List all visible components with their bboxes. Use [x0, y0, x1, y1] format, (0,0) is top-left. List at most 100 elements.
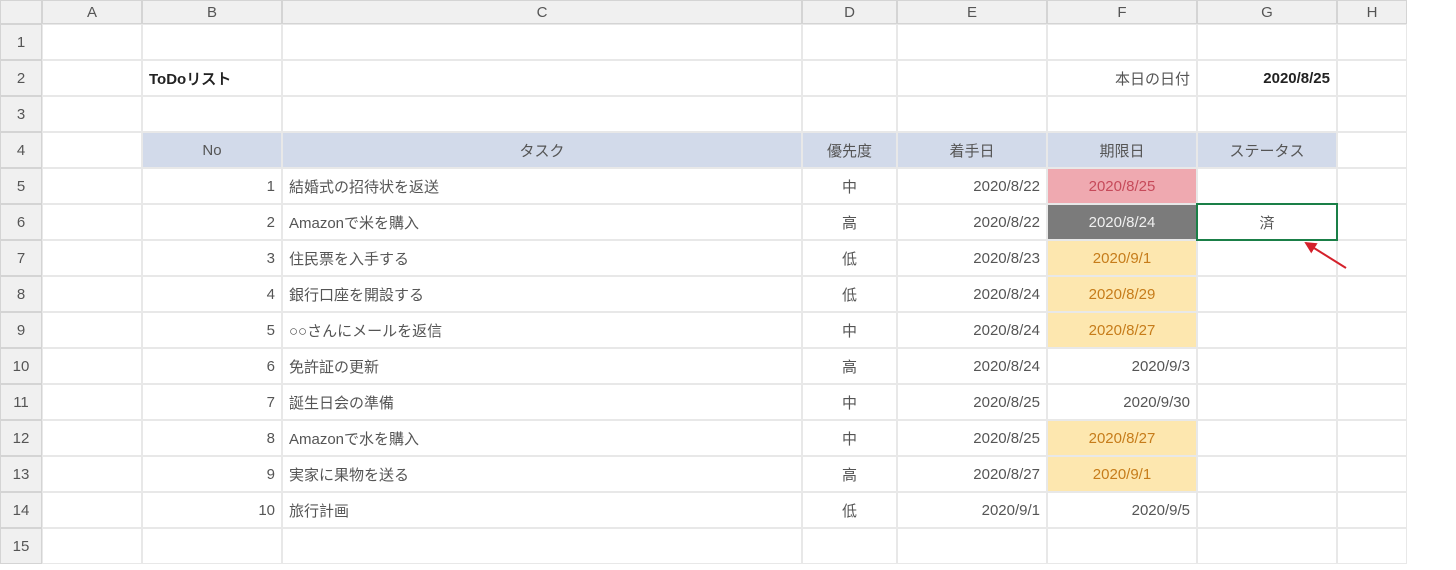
cell-task[interactable]: Amazonで米を購入 — [282, 204, 802, 240]
col-header-B[interactable]: B — [142, 0, 282, 24]
cell-F3[interactable] — [1047, 96, 1197, 132]
cell-F1[interactable] — [1047, 24, 1197, 60]
row-header-7[interactable]: 7 — [0, 240, 42, 276]
col-header-C[interactable]: C — [282, 0, 802, 24]
cell-C1[interactable] — [282, 24, 802, 60]
cell-D15[interactable] — [802, 528, 897, 564]
cell-start[interactable]: 2020/8/24 — [897, 312, 1047, 348]
cell-deadline[interactable]: 2020/9/30 — [1047, 384, 1197, 420]
cell-status[interactable] — [1197, 492, 1337, 528]
cell-E3[interactable] — [897, 96, 1047, 132]
col-header-F[interactable]: F — [1047, 0, 1197, 24]
cell-no[interactable]: 10 — [142, 492, 282, 528]
cell-E1[interactable] — [897, 24, 1047, 60]
cell-start[interactable]: 2020/8/27 — [897, 456, 1047, 492]
row-header-5[interactable]: 5 — [0, 168, 42, 204]
cell-deadline[interactable]: 2020/8/27 — [1047, 312, 1197, 348]
cell-deadline[interactable]: 2020/9/3 — [1047, 348, 1197, 384]
cell-D3[interactable] — [802, 96, 897, 132]
cell-start[interactable]: 2020/8/24 — [897, 276, 1047, 312]
cell-priority[interactable]: 高 — [802, 456, 897, 492]
cell-start[interactable]: 2020/8/22 — [897, 204, 1047, 240]
col-header-A[interactable]: A — [42, 0, 142, 24]
cell-H14[interactable] — [1337, 492, 1407, 528]
cell-C3[interactable] — [282, 96, 802, 132]
cell-A8[interactable] — [42, 276, 142, 312]
col-header-D[interactable]: D — [802, 0, 897, 24]
cell-status[interactable] — [1197, 456, 1337, 492]
cell-G15[interactable] — [1197, 528, 1337, 564]
row-header-14[interactable]: 14 — [0, 492, 42, 528]
col-header-H[interactable]: H — [1337, 0, 1407, 24]
cell-A2[interactable] — [42, 60, 142, 96]
cell-deadline[interactable]: 2020/8/29 — [1047, 276, 1197, 312]
select-all-corner[interactable] — [0, 0, 42, 24]
cell-priority[interactable]: 中 — [802, 420, 897, 456]
cell-priority[interactable]: 高 — [802, 204, 897, 240]
cell-no[interactable]: 4 — [142, 276, 282, 312]
cell-deadline[interactable]: 2020/8/27 — [1047, 420, 1197, 456]
cell-H2[interactable] — [1337, 60, 1407, 96]
cell-no[interactable]: 6 — [142, 348, 282, 384]
cell-H5[interactable] — [1337, 168, 1407, 204]
cell-A6[interactable] — [42, 204, 142, 240]
cell-A11[interactable] — [42, 384, 142, 420]
row-header-12[interactable]: 12 — [0, 420, 42, 456]
cell-priority[interactable]: 中 — [802, 312, 897, 348]
cell-A7[interactable] — [42, 240, 142, 276]
cell-status[interactable] — [1197, 312, 1337, 348]
cell-deadline[interactable]: 2020/9/5 — [1047, 492, 1197, 528]
cell-H6[interactable] — [1337, 204, 1407, 240]
spreadsheet-grid[interactable]: ABCDEFGH12ToDoリスト本日の日付2020/8/2534Noタスク優先… — [0, 0, 1456, 564]
row-header-2[interactable]: 2 — [0, 60, 42, 96]
cell-G3[interactable] — [1197, 96, 1337, 132]
cell-start[interactable]: 2020/8/25 — [897, 384, 1047, 420]
cell-priority[interactable]: 低 — [802, 492, 897, 528]
cell-H10[interactable] — [1337, 348, 1407, 384]
cell-status[interactable] — [1197, 276, 1337, 312]
row-header-6[interactable]: 6 — [0, 204, 42, 240]
cell-H7[interactable] — [1337, 240, 1407, 276]
cell-start[interactable]: 2020/8/22 — [897, 168, 1047, 204]
cell-H4[interactable] — [1337, 132, 1407, 168]
row-header-13[interactable]: 13 — [0, 456, 42, 492]
cell-priority[interactable]: 中 — [802, 384, 897, 420]
cell-A10[interactable] — [42, 348, 142, 384]
cell-priority[interactable]: 低 — [802, 240, 897, 276]
cell-A12[interactable] — [42, 420, 142, 456]
cell-status-selected[interactable]: 済 — [1197, 204, 1337, 240]
cell-H9[interactable] — [1337, 312, 1407, 348]
row-header-9[interactable]: 9 — [0, 312, 42, 348]
cell-status[interactable] — [1197, 168, 1337, 204]
cell-H8[interactable] — [1337, 276, 1407, 312]
row-header-10[interactable]: 10 — [0, 348, 42, 384]
cell-start[interactable]: 2020/8/24 — [897, 348, 1047, 384]
cell-priority[interactable]: 高 — [802, 348, 897, 384]
cell-status[interactable] — [1197, 384, 1337, 420]
cell-F15[interactable] — [1047, 528, 1197, 564]
cell-G1[interactable] — [1197, 24, 1337, 60]
cell-start[interactable]: 2020/8/25 — [897, 420, 1047, 456]
cell-task[interactable]: ○○さんにメールを返信 — [282, 312, 802, 348]
cell-status[interactable] — [1197, 240, 1337, 276]
row-header-1[interactable]: 1 — [0, 24, 42, 60]
cell-H13[interactable] — [1337, 456, 1407, 492]
cell-task[interactable]: Amazonで水を購入 — [282, 420, 802, 456]
col-header-G[interactable]: G — [1197, 0, 1337, 24]
cell-A4[interactable] — [42, 132, 142, 168]
cell-no[interactable]: 9 — [142, 456, 282, 492]
cell-no[interactable]: 1 — [142, 168, 282, 204]
cell-no[interactable]: 8 — [142, 420, 282, 456]
cell-deadline[interactable]: 2020/8/25 — [1047, 168, 1197, 204]
cell-A5[interactable] — [42, 168, 142, 204]
cell-A14[interactable] — [42, 492, 142, 528]
row-header-3[interactable]: 3 — [0, 96, 42, 132]
row-header-15[interactable]: 15 — [0, 528, 42, 564]
cell-deadline[interactable]: 2020/9/1 — [1047, 456, 1197, 492]
cell-C15[interactable] — [282, 528, 802, 564]
cell-E15[interactable] — [897, 528, 1047, 564]
cell-H1[interactable] — [1337, 24, 1407, 60]
cell-task[interactable]: 銀行口座を開設する — [282, 276, 802, 312]
cell-task[interactable]: 誕生日会の準備 — [282, 384, 802, 420]
cell-H12[interactable] — [1337, 420, 1407, 456]
